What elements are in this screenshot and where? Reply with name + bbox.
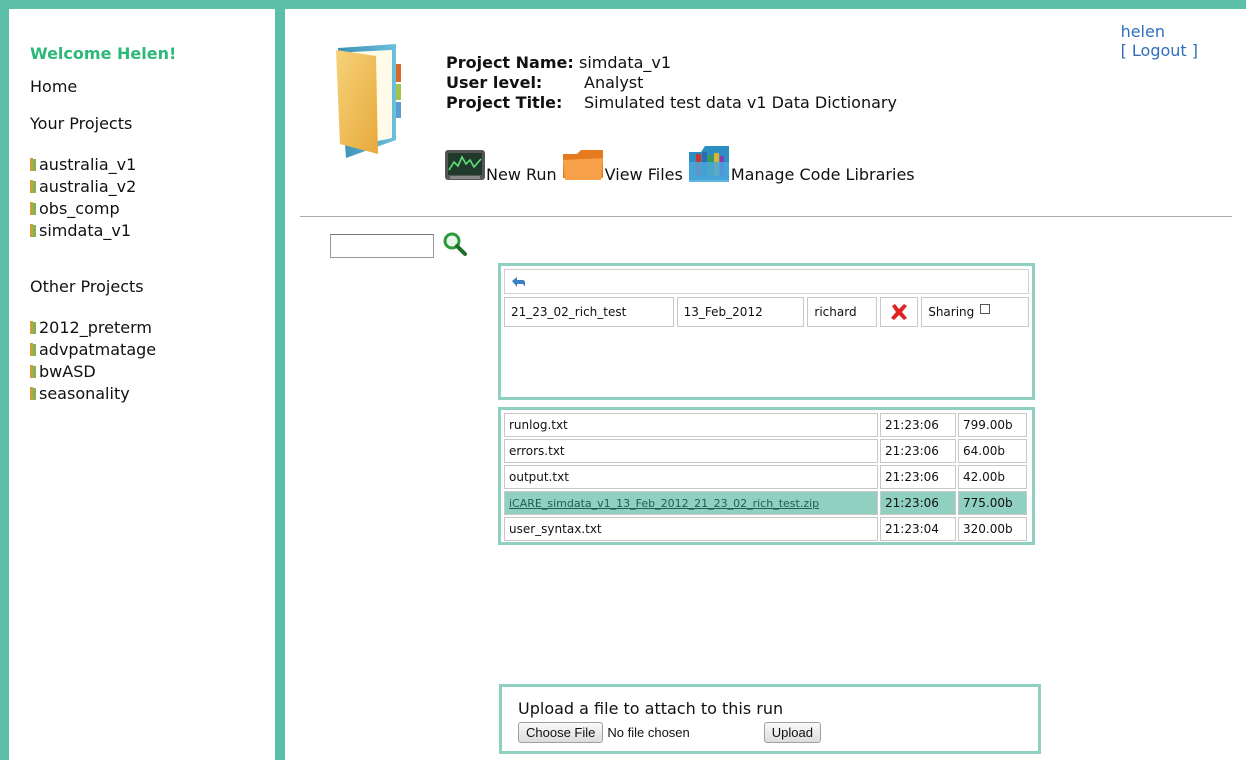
project-label: advpatmatage	[39, 339, 157, 359]
sharing-label: Sharing	[928, 305, 975, 319]
header-divider	[300, 216, 1232, 217]
project-item-advpatmatage[interactable]: advpatmatage	[30, 338, 270, 360]
back-row	[504, 269, 1029, 294]
view-files-label: View Files	[604, 165, 683, 184]
toolbar: New Run View Files Manage Code Libraries	[444, 142, 919, 184]
file-size: 775.00b	[958, 491, 1027, 515]
upload-panel: Upload a file to attach to this run Choo…	[499, 684, 1041, 754]
your-projects-title: Your Projects	[30, 114, 133, 133]
search-icon[interactable]	[442, 231, 468, 257]
project-title-value: Simulated test data v1 Data Dictionary	[584, 93, 897, 112]
orange-folder-icon	[562, 150, 603, 180]
sidebar: Welcome Helen! Home Your Projects austra…	[30, 36, 270, 404]
other-projects-list: 2012_preterm advpatmatage bwASD seasonal…	[30, 316, 270, 404]
file-time: 21:23:06	[880, 413, 956, 437]
manage-code-libraries-button[interactable]: Manage Code Libraries	[687, 142, 915, 184]
project-label: seasonality	[39, 383, 130, 403]
files-panel: runlog.txt 21:23:06 799.00b errors.txt 2…	[498, 407, 1035, 545]
file-name[interactable]: runlog.txt	[504, 413, 878, 437]
library-books-icon	[688, 146, 729, 182]
project-label: australia_v1	[39, 154, 137, 174]
project-title-label: Project Title:	[446, 93, 563, 112]
delete-run-button[interactable]	[880, 297, 919, 327]
file-size: 42.00b	[958, 465, 1027, 489]
project-folder-icon	[30, 179, 36, 193]
upload-button[interactable]: Upload	[763, 722, 821, 743]
project-label: simdata_v1	[39, 220, 132, 240]
project-label: 2012_preterm	[39, 317, 152, 337]
project-item-seasonality[interactable]: seasonality	[30, 382, 270, 404]
user-box: helen [ Logout ]	[1121, 22, 1198, 60]
new-run-button[interactable]: New Run	[444, 148, 557, 184]
monitor-icon	[445, 150, 485, 180]
project-folder-icon	[30, 223, 36, 237]
upload-row: Choose File No file chosen Upload	[518, 722, 1022, 743]
project-folder-icon	[30, 386, 36, 400]
file-size: 64.00b	[958, 439, 1027, 463]
no-file-chosen-text: No file chosen	[607, 725, 690, 740]
project-label: obs_comp	[39, 198, 120, 218]
file-name[interactable]: user_syntax.txt	[504, 517, 878, 541]
project-folder-icon	[336, 44, 401, 158]
project-folder-icon	[30, 201, 36, 215]
sharing-checkbox[interactable]	[980, 304, 991, 314]
file-name-link[interactable]: iCARE_simdata_v1_13_Feb_2012_21_23_02_ri…	[504, 491, 878, 515]
file-row: output.txt 21:23:06 42.00b	[504, 465, 1029, 489]
manage-code-libraries-label: Manage Code Libraries	[730, 165, 915, 184]
username-link[interactable]: helen	[1121, 22, 1198, 41]
new-run-label: New Run	[486, 165, 557, 184]
file-name[interactable]: errors.txt	[504, 439, 878, 463]
project-name-value: simdata_v1	[579, 53, 672, 72]
sharing-cell: Sharing	[921, 297, 1029, 327]
file-row: errors.txt 21:23:06 64.00b	[504, 439, 1029, 463]
file-time: 21:23:04	[880, 517, 956, 541]
run-user-cell: richard	[807, 297, 878, 327]
other-projects-title: Other Projects	[30, 277, 144, 296]
welcome-message: Welcome Helen!	[30, 44, 177, 63]
back-arrow-icon[interactable]	[510, 275, 526, 289]
home-link[interactable]: Home	[30, 77, 270, 96]
file-name[interactable]: output.txt	[504, 465, 878, 489]
file-time: 21:23:06	[880, 439, 956, 463]
project-item-australia-v2[interactable]: australia_v2	[30, 175, 270, 197]
project-item-australia-v1[interactable]: australia_v1	[30, 153, 270, 175]
project-item-simdata-v1[interactable]: simdata_v1	[30, 219, 270, 241]
run-date-cell: 13_Feb_2012	[676, 297, 805, 327]
left-frame-bar	[0, 0, 9, 760]
file-row: user_syntax.txt 21:23:04 320.00b	[504, 517, 1029, 541]
project-folder-icon	[30, 342, 36, 356]
choose-file-button[interactable]: Choose File	[518, 722, 604, 743]
upload-title: Upload a file to attach to this run	[518, 699, 784, 718]
red-x-icon	[891, 304, 908, 320]
file-size: 799.00b	[958, 413, 1027, 437]
project-info: Project Name: simdata_v1 User level: Analy…	[446, 53, 897, 113]
file-size: 320.00b	[958, 517, 1027, 541]
run-name-cell[interactable]: 21_23_02_rich_test	[504, 297, 674, 327]
file-time: 21:23:06	[880, 465, 956, 489]
project-item-bwasd[interactable]: bwASD	[30, 360, 270, 382]
project-folder-icon	[30, 320, 36, 334]
project-folder-icon	[30, 157, 36, 171]
file-row: runlog.txt 21:23:06 799.00b	[504, 413, 1029, 437]
run-row: 21_23_02_rich_test 13_Feb_2012 richard S…	[504, 297, 1029, 327]
top-frame-bar	[0, 0, 1246, 9]
project-folder-icon	[30, 364, 36, 378]
project-label: bwASD	[39, 361, 96, 381]
file-row-selected: iCARE_simdata_v1_13_Feb_2012_21_23_02_ri…	[504, 491, 1029, 515]
project-item-2012-preterm[interactable]: 2012_preterm	[30, 316, 270, 338]
user-level-label: User level:	[446, 73, 543, 92]
view-files-button[interactable]: View Files	[561, 144, 683, 184]
logout-link[interactable]: [ Logout ]	[1121, 41, 1198, 60]
user-level-value: Analyst	[584, 73, 644, 92]
project-item-obs-comp[interactable]: obs_comp	[30, 197, 270, 219]
run-panel: 21_23_02_rich_test 13_Feb_2012 richard S…	[498, 263, 1035, 400]
your-projects-list: australia_v1 australia_v2 obs_comp simda…	[30, 153, 270, 241]
search-input[interactable]	[330, 234, 434, 258]
project-name-label: Project Name:	[446, 53, 574, 72]
file-time: 21:23:06	[880, 491, 956, 515]
sidebar-divider-bar	[275, 0, 285, 760]
project-label: australia_v2	[39, 176, 137, 196]
